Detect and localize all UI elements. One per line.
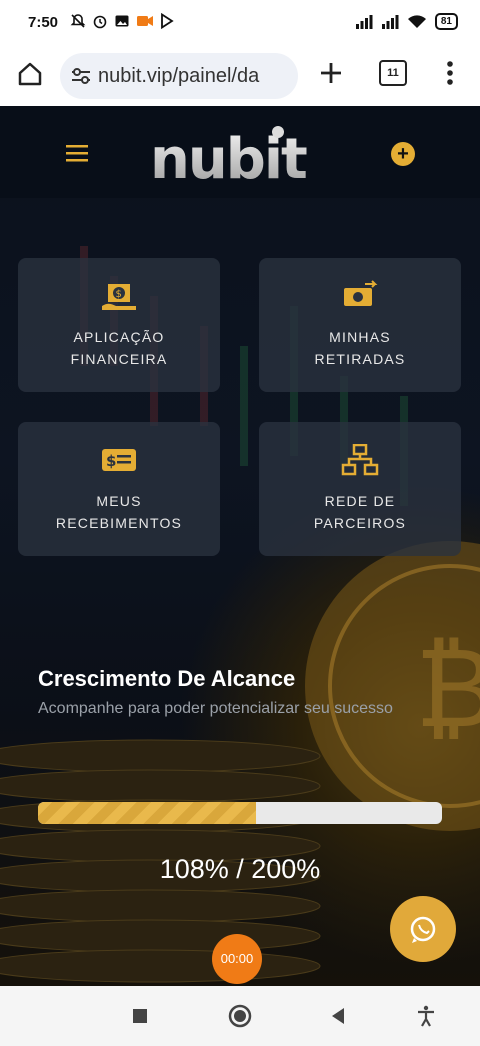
play-store-icon <box>161 13 174 29</box>
signal-icon <box>355 15 373 29</box>
progress-value-text: 108% / 200% <box>159 854 321 884</box>
card-rede-de-parceiros[interactable]: REDE DE PARCEIROS <box>259 422 461 556</box>
app-content: ₿ nubit + $ APLICAÇÃO FINANCEIRA MINHAS … <box>0 106 480 986</box>
video-record-icon <box>137 16 153 26</box>
site-settings-icon[interactable] <box>70 67 92 85</box>
status-bar: 7:50 81 <box>0 0 480 46</box>
card-label: MINHAS RETIRADAS <box>314 329 406 367</box>
bill-icon: $ <box>102 449 136 471</box>
notifications-off-icon <box>70 14 86 28</box>
reach-progress-bar <box>38 802 442 824</box>
card-minhas-retiradas[interactable]: MINHAS RETIRADAS <box>259 258 461 392</box>
bitcoin-coin-decoration: ₿ <box>305 541 480 831</box>
home-icon[interactable] <box>16 60 44 88</box>
system-navigation-bar <box>0 986 480 1046</box>
add-button[interactable]: + <box>391 142 415 166</box>
network-icon <box>341 444 379 476</box>
svg-text:$: $ <box>106 452 116 470</box>
signal-2-icon <box>381 15 399 29</box>
recents-icon[interactable] <box>128 1004 152 1028</box>
screen-record-timer[interactable]: 00:00 <box>212 934 262 984</box>
alarm-icon <box>93 15 107 29</box>
more-options-icon[interactable] <box>440 58 460 88</box>
svg-text:₿: ₿ <box>415 624 480 752</box>
browser-toolbar: nubit.vip/painel/da 11 <box>0 46 480 107</box>
clock: 7:50 <box>28 14 59 31</box>
svg-text:$: $ <box>116 289 122 300</box>
whatsapp-button[interactable] <box>390 896 456 962</box>
accessibility-icon[interactable] <box>414 1004 438 1028</box>
card-label: APLICAÇÃO FINANCEIRA <box>70 329 168 367</box>
tab-switcher-button[interactable]: 11 <box>379 60 407 86</box>
growth-title: Crescimento De Alcance <box>38 666 296 691</box>
card-aplicacao-financeira[interactable]: $ APLICAÇÃO FINANCEIRA <box>18 258 220 392</box>
gallery-icon <box>115 15 129 27</box>
home-circle-icon[interactable] <box>228 1004 252 1028</box>
wifi-icon <box>407 15 426 28</box>
card-label: MEUS RECEBIMENTOS <box>55 493 183 531</box>
progress-fill <box>38 802 257 824</box>
new-tab-icon[interactable] <box>316 58 346 88</box>
logo-text: nubit <box>150 127 307 188</box>
back-icon[interactable] <box>326 1004 350 1028</box>
battery-indicator: 81 <box>434 13 458 30</box>
address-bar[interactable]: nubit.vip/painel/da <box>60 53 298 99</box>
card-label: REDE DE PARCEIROS <box>313 493 407 531</box>
money-bag-icon: $ <box>102 284 136 310</box>
app-header: nubit + <box>0 106 480 198</box>
cash-transfer-icon <box>344 280 378 306</box>
card-meus-recebimentos[interactable]: $ MEUS RECEBIMENTOS <box>18 422 220 556</box>
nubit-logo: nubit <box>150 126 309 188</box>
whatsapp-icon <box>410 916 436 943</box>
hamburger-menu-icon[interactable] <box>66 144 88 162</box>
growth-subtitle: Acompanhe para poder potencializar seu s… <box>38 700 393 717</box>
url-text[interactable]: nubit.vip/painel/da <box>98 65 293 88</box>
